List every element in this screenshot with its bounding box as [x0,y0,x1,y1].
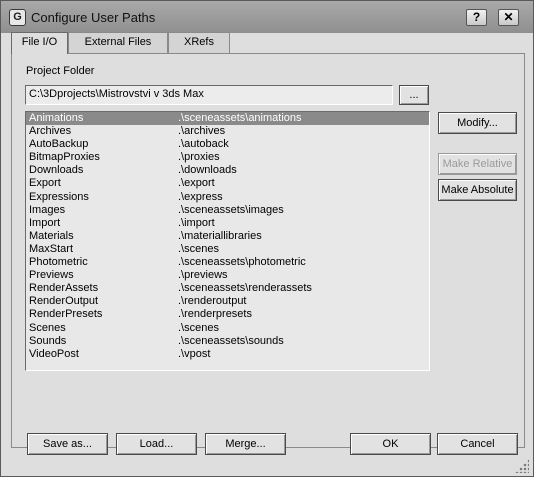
path-name: RenderAssets [29,282,99,295]
path-value: .\renderoutput [178,295,247,308]
close-button[interactable]: ✕ [498,9,519,26]
path-name: Materials [29,229,74,242]
list-item[interactable]: BitmapProxies .\proxies [26,151,429,164]
list-item[interactable]: Scenes .\scenes [26,322,429,335]
path-name: RenderOutput [29,295,99,308]
cancel-button[interactable]: Cancel [437,433,518,455]
path-value: .\vpost [178,347,211,360]
path-value: .\renderpresets [178,308,252,321]
path-name: BitmapProxies [29,151,100,164]
list-item[interactable]: RenderOutput .\renderoutput [26,295,429,308]
list-item[interactable]: Import .\import [26,217,429,230]
path-name: Import [29,216,61,229]
path-value: .\sceneassets\animations [178,112,302,124]
make-absolute-button[interactable]: Make Absolute [438,179,517,201]
path-value: .\sceneassets\sounds [178,334,284,347]
path-value: .\proxies [178,151,220,164]
list-item[interactable]: RenderAssets .\sceneassets\renderassets [26,282,429,295]
browse-button[interactable]: ... [399,85,429,105]
list-item[interactable]: Previews .\previews [26,269,429,282]
path-name: Sounds [29,334,67,347]
list-item[interactable]: Animations .\sceneassets\animations [26,112,429,126]
list-item[interactable]: MaxStart .\scenes [26,243,429,256]
list-item[interactable]: Expressions .\express [26,191,429,204]
resize-grip-icon[interactable] [515,459,529,473]
list-item[interactable]: AutoBackup .\autoback [26,138,429,151]
path-name: Images [29,203,66,216]
path-value: .\previews [178,269,228,282]
path-value: .\sceneassets\photometric [178,256,306,269]
path-name: VideoPost [29,347,79,360]
list-item[interactable]: Materials .\materiallibraries [26,230,429,243]
path-value: .\autoback [178,138,229,151]
help-button[interactable]: ? [466,9,487,26]
list-item[interactable]: VideoPost .\vpost [26,348,429,361]
configure-user-paths-dialog: G Configure User Paths ? ✕ File I/O Exte… [0,0,534,477]
path-name: MaxStart [29,242,74,255]
list-item[interactable]: Archives .\archives [26,125,429,138]
tab-external-files[interactable]: External Files [68,32,168,53]
title-bar[interactable]: G Configure User Paths ? ✕ [1,1,533,33]
path-value: .\export [178,177,215,190]
path-name: AutoBackup [29,138,89,151]
path-value: .\express [178,190,223,203]
path-value: .\import [178,216,215,229]
path-value: .\archives [178,125,226,138]
path-name: Downloads [29,164,84,177]
list-item[interactable]: Export .\export [26,177,429,190]
list-item[interactable]: Photometric .\sceneassets\photometric [26,256,429,269]
save-as-button[interactable]: Save as... [27,433,108,455]
path-name: Expressions [29,190,89,203]
path-value: .\sceneassets\renderassets [178,282,312,295]
merge-button[interactable]: Merge... [205,433,286,455]
path-name: Export [29,177,61,190]
path-name: Photometric [29,256,88,269]
load-button[interactable]: Load... [116,433,197,455]
window-title: Configure User Paths [31,10,156,25]
project-folder-label: Project Folder [26,65,95,77]
path-value: .\downloads [178,164,237,177]
app-icon: G [9,9,26,26]
tab-xrefs[interactable]: XRefs [168,32,230,53]
tab-file-io[interactable]: File I/O [11,32,68,54]
list-item[interactable]: Downloads .\downloads [26,164,429,177]
path-name: RenderPresets [29,308,103,321]
list-item[interactable]: Images .\sceneassets\images [26,204,429,217]
paths-list[interactable]: Animations .\sceneassets\animations Archiv… [25,111,430,371]
path-name: Archives [29,125,72,138]
path-value: .\materiallibraries [178,229,262,242]
ok-button[interactable]: OK [350,433,431,455]
path-name: Animations [29,112,84,124]
make-relative-button[interactable]: Make Relative [438,153,517,175]
modify-button[interactable]: Modify... [438,112,517,134]
path-name: Scenes [29,321,66,334]
path-value: .\scenes [178,242,219,255]
list-item[interactable]: RenderPresets .\renderpresets [26,308,429,321]
path-value: .\scenes [178,321,219,334]
project-folder-field[interactable]: C:\3Dprojects\Mistrovstvi v 3ds Max [25,85,393,105]
path-value: .\sceneassets\images [178,203,284,216]
list-item[interactable]: Sounds .\sceneassets\sounds [26,335,429,348]
path-name: Previews [29,269,74,282]
